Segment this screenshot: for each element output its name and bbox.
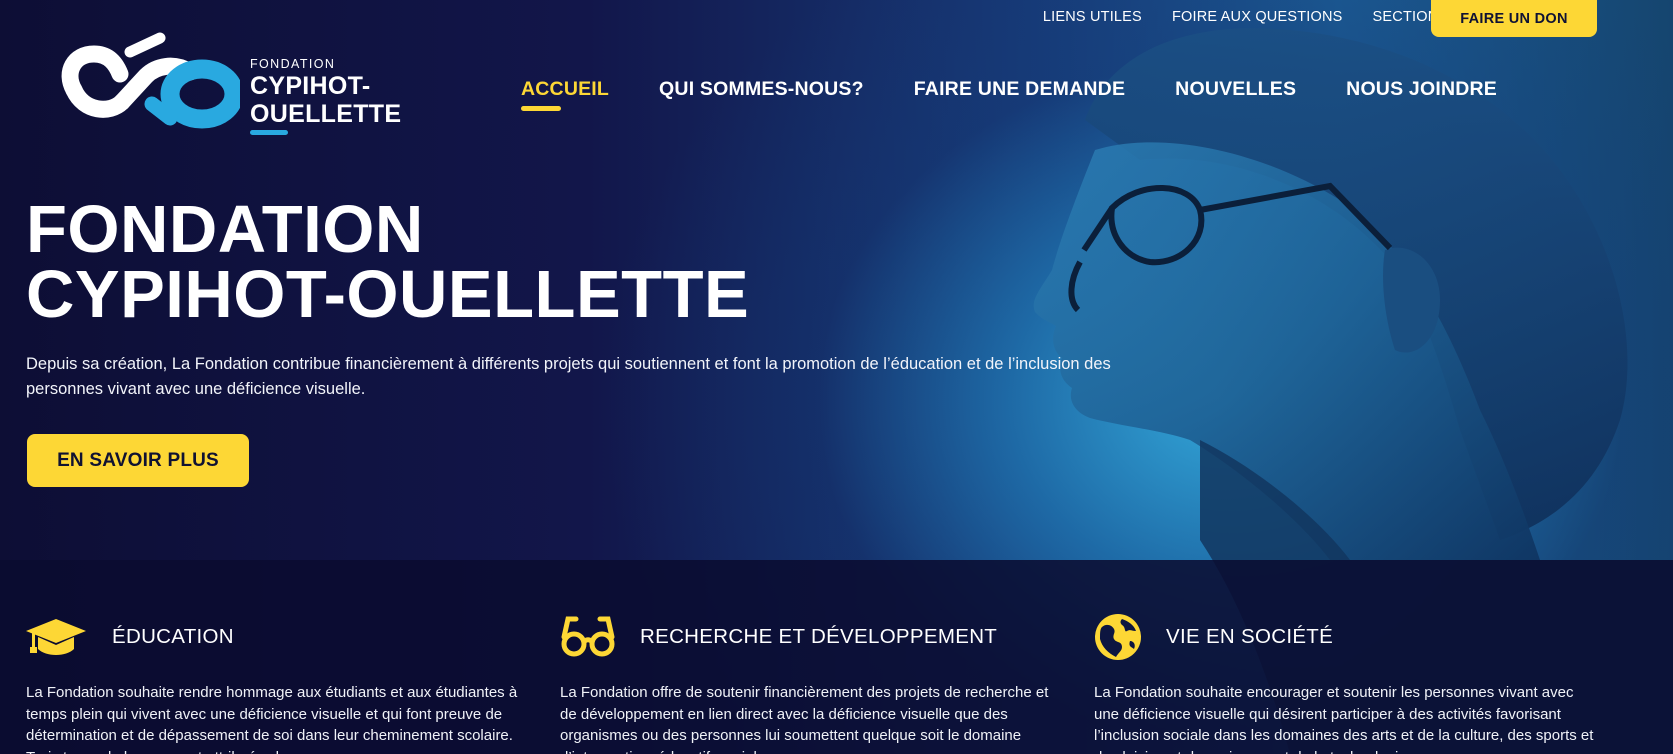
learn-more-button[interactable]: EN SAVOIR PLUS [27, 434, 249, 487]
feature-title-education: ÉDUCATION [112, 625, 234, 648]
feature-title-research: RECHERCHE ET DÉVELOPPEMENT [640, 625, 998, 648]
nav-item-nous-joindre[interactable]: NOUS JOINDRE [1346, 78, 1497, 101]
graduation-cap-icon [26, 612, 86, 662]
logo-name-line2: OUELLETTE [250, 99, 402, 128]
nav-link-liens-utiles[interactable]: LIENS UTILES [1043, 9, 1142, 25]
nav-item-qui-sommes-nous[interactable]: QUI SOMMES-NOUS? [659, 78, 864, 101]
eyeglasses-icon [560, 612, 620, 662]
site-logo[interactable]: FONDATION CYPIHOT- OUELLETTE [34, 32, 404, 135]
utility-nav: LIENS UTILES FOIRE AUX QUESTIONS SECTION… [1043, 0, 1497, 34]
hero-description: Depuis sa création, La Fondation contrib… [26, 355, 1111, 398]
globe-icon [1094, 612, 1154, 662]
logo-underline [250, 129, 288, 135]
feature-title-society: VIE EN SOCIÉTÉ [1166, 625, 1334, 648]
nav-item-faire-une-demande[interactable]: FAIRE UNE DEMANDE [914, 78, 1125, 101]
hero-section: FONDATION CYPIHOT- OUELLETTE LIENS UTILE… [0, 0, 1673, 754]
nav-link-faq[interactable]: FOIRE AUX QUESTIONS [1172, 9, 1343, 25]
features-panel: ÉDUCATION La Fondation souhaite rendre h… [0, 560, 1673, 754]
hero-title: FONDATION CYPIHOT-OUELLETTE [26, 192, 750, 332]
nav-item-nouvelles[interactable]: NOUVELLES [1175, 78, 1296, 101]
nav-item-accueil[interactable]: ACCUEIL [520, 78, 609, 111]
feature-text-education: La Fondation souhaite rendre hommage aux… [26, 684, 518, 754]
feature-text-research: La Fondation offre de soutenir financièr… [560, 684, 1049, 754]
logo-small-text: FONDATION [250, 57, 336, 71]
feature-text-society: La Fondation souhaite encourager et sout… [1094, 684, 1594, 754]
hero-title-line1: FONDATION [26, 192, 424, 267]
hero-title-line2: CYPIHOT-OUELLETTE [26, 257, 750, 332]
logo-mark-icon [61, 32, 240, 129]
logo-name-line1: CYPIHOT- [250, 71, 371, 100]
donate-button[interactable]: FAIRE UN DON [1431, 0, 1597, 37]
main-nav: ACCUEIL QUI SOMMES-NOUS? FAIRE UNE DEMAN… [520, 78, 1497, 111]
